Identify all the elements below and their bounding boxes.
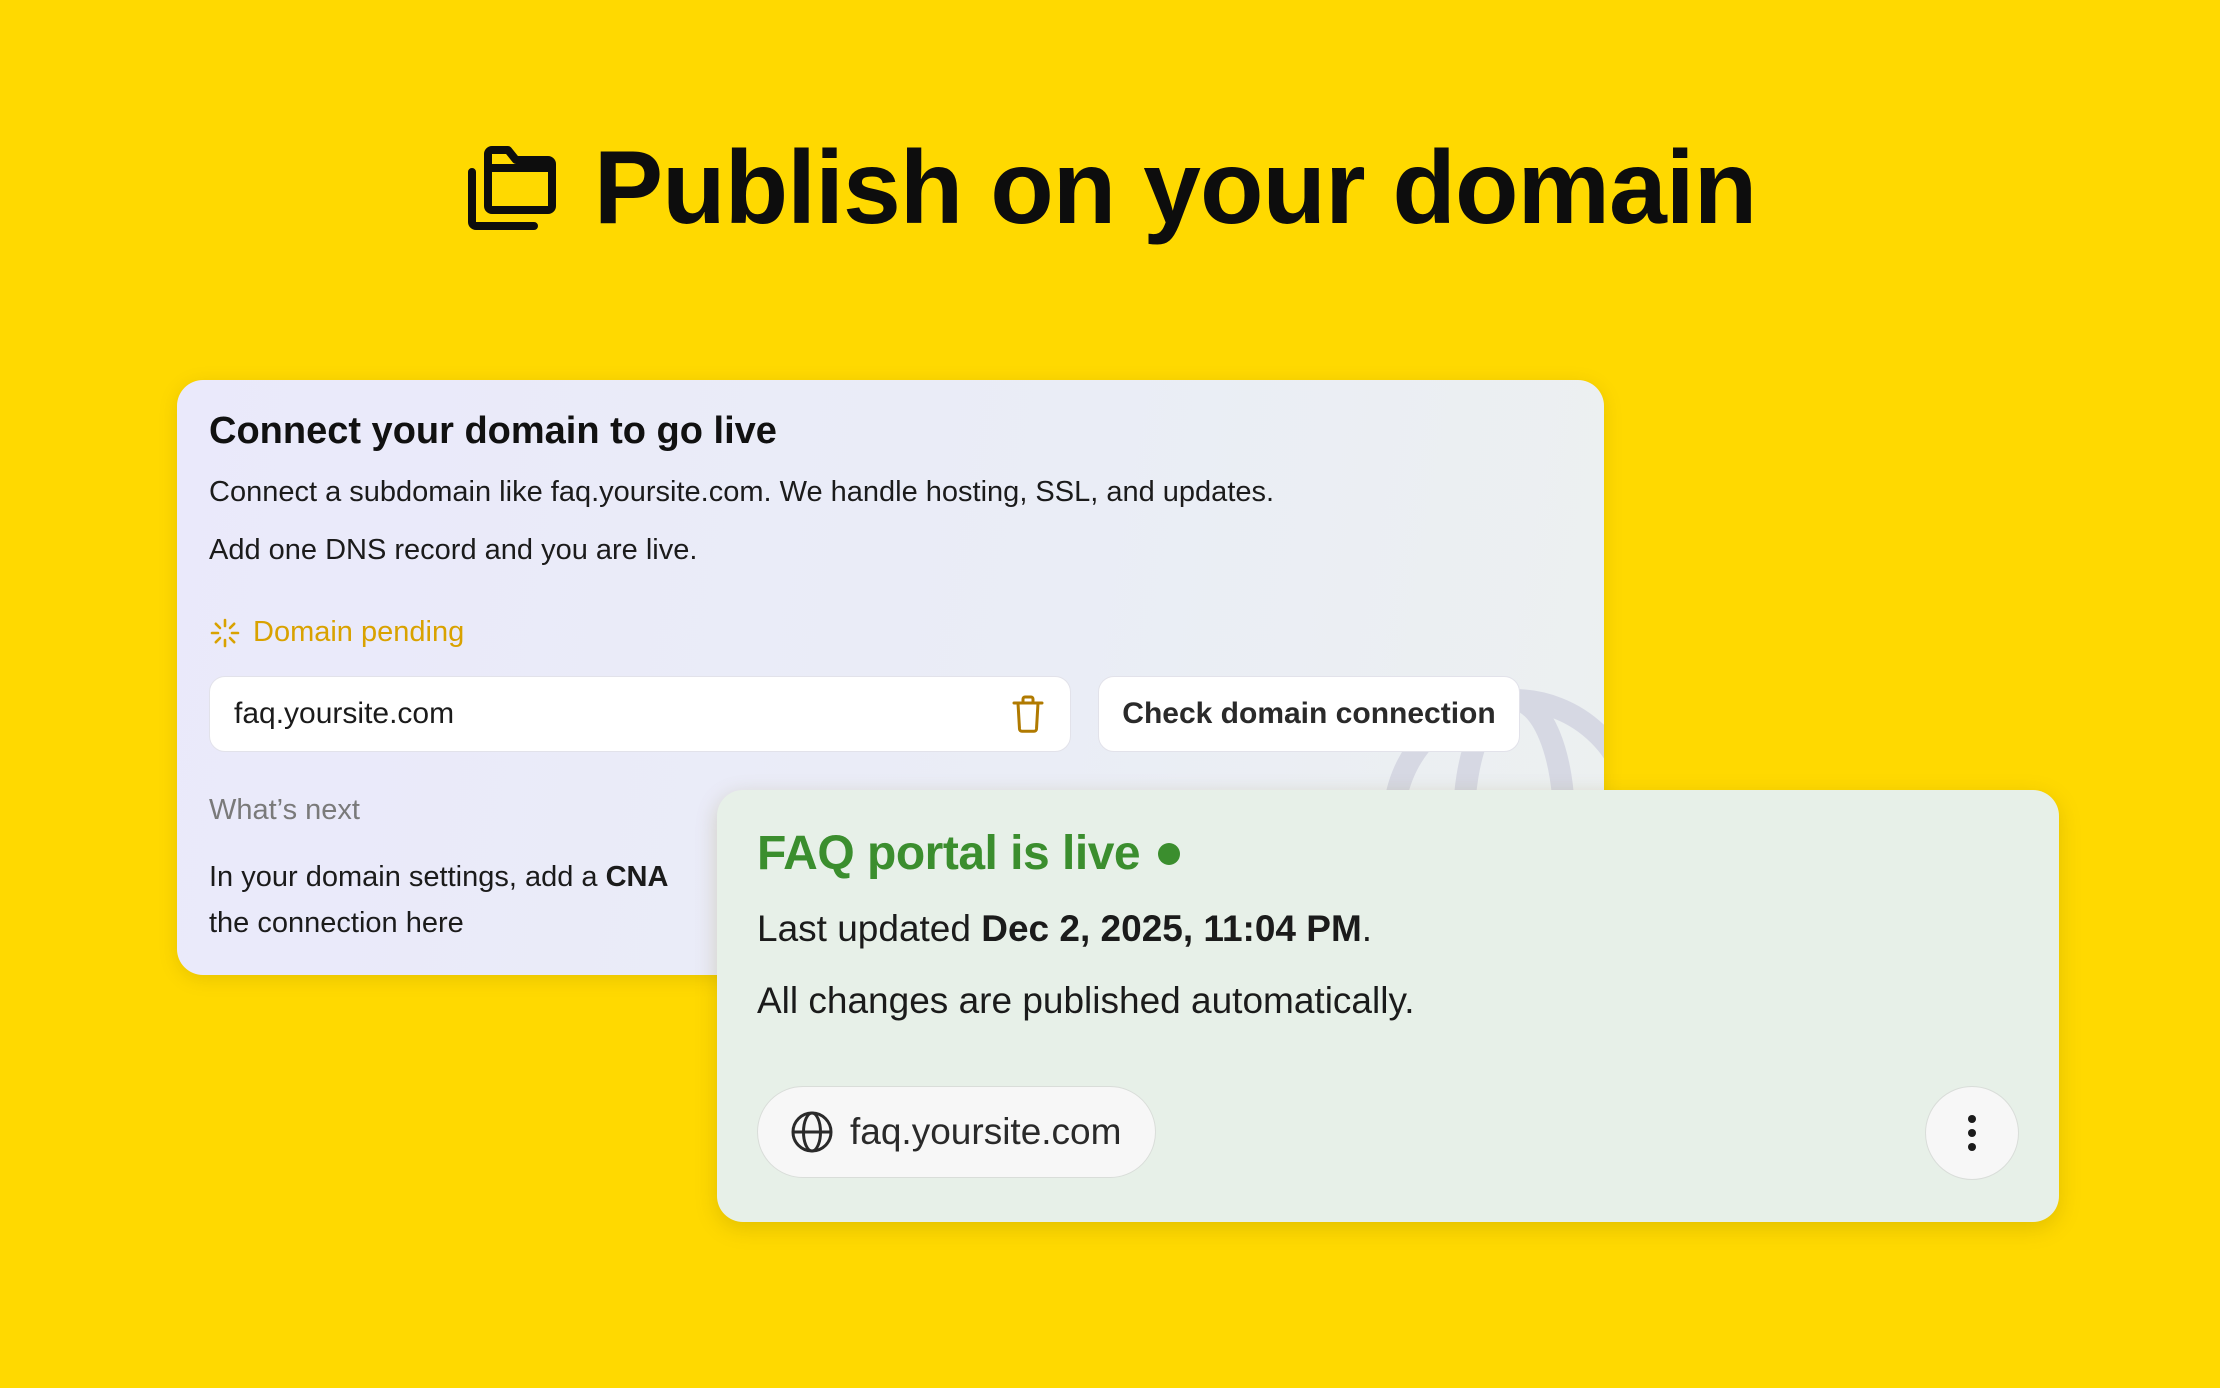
portal-live-title-text: FAQ portal is live <box>757 827 1141 880</box>
check-domain-connection-button[interactable]: Check domain connection <box>1098 676 1520 752</box>
portal-live-title: FAQ portal is live <box>757 826 1181 881</box>
more-options-button[interactable] <box>1925 1086 2019 1180</box>
folder-stack-icon <box>467 146 556 230</box>
live-status-dot <box>1158 842 1181 865</box>
domain-input-value[interactable]: faq.yoursite.com <box>234 697 1010 731</box>
connect-card-description-1: Connect a subdomain like faq.yoursite.co… <box>209 476 1275 508</box>
domain-status: Domain pending <box>209 616 464 649</box>
live-domain-link[interactable]: faq.yoursite.com <box>757 1086 1157 1178</box>
more-vertical-icon <box>1968 1115 1976 1151</box>
trash-icon[interactable] <box>1010 694 1046 734</box>
whats-next-label: What’s next <box>209 794 360 826</box>
whats-next-text-start: In your domain settings, add a <box>209 861 606 893</box>
live-domain-text[interactable]: faq.yoursite.com <box>850 1111 1121 1153</box>
last-updated-text: Last updated Dec 2, 2025, 11:04 PM. <box>757 908 1372 950</box>
whats-next-text-bold: CNA <box>605 861 669 893</box>
portal-live-card: FAQ portal is live Last updated Dec 2, 2… <box>717 790 2059 1222</box>
last-updated-value: Dec 2, 2025, 11:04 PM <box>981 908 1362 949</box>
connect-card-description-2: Add one DNS record and you are live. <box>209 534 698 566</box>
whats-next-text-line2: the connection here <box>209 907 464 939</box>
headline: Publish on your domain <box>0 128 2220 248</box>
domain-input[interactable]: faq.yoursite.com <box>209 676 1071 752</box>
connect-card-title: Connect your domain to go live <box>209 410 777 452</box>
auto-publish-text: All changes are published automatically. <box>757 980 1415 1021</box>
last-updated-prefix: Last updated <box>757 908 982 949</box>
domain-status-label: Domain pending <box>253 616 465 648</box>
headline-title: Publish on your domain <box>593 130 1757 246</box>
globe-icon <box>791 1111 833 1153</box>
last-updated-suffix: . <box>1361 908 1373 949</box>
spinner-icon <box>210 618 240 647</box>
